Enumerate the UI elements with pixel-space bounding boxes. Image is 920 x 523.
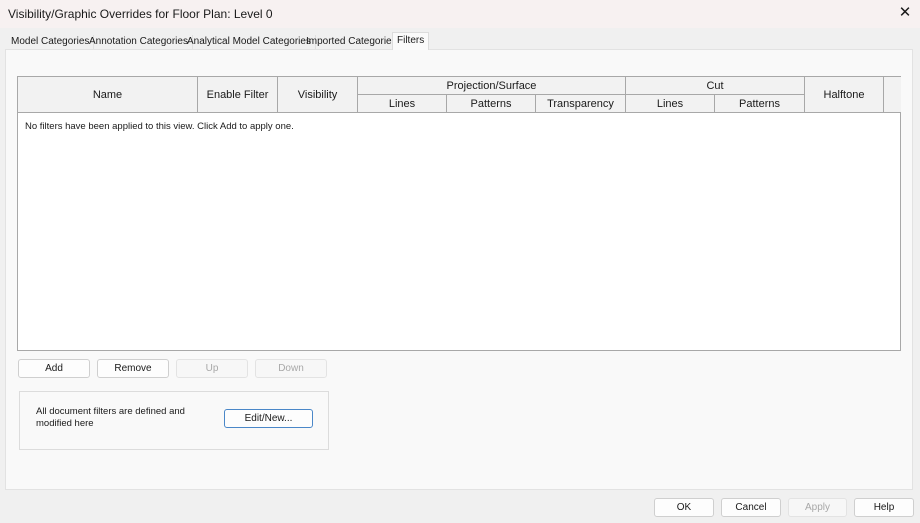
filters-table: Name Enable Filter Visibility Projection…: [17, 76, 901, 351]
edit-new-button[interactable]: Edit/New...: [224, 409, 313, 428]
tab-imported-categories[interactable]: Imported Categories: [302, 35, 402, 49]
header-projection-surface: Projection/Surface: [358, 77, 626, 95]
header-name[interactable]: Name: [18, 77, 198, 113]
cancel-button[interactable]: Cancel: [721, 498, 781, 517]
header-visibility[interactable]: Visibility: [278, 77, 358, 113]
apply-button[interactable]: Apply: [788, 498, 847, 517]
ok-button[interactable]: OK: [654, 498, 714, 517]
tab-analytical-model-categories[interactable]: Analytical Model Categories: [183, 35, 316, 49]
header-cut: Cut: [626, 77, 805, 95]
tab-filters[interactable]: Filters: [392, 32, 430, 50]
add-button[interactable]: Add: [18, 359, 90, 378]
header-proj-lines[interactable]: Lines: [358, 95, 447, 113]
empty-message: No filters have been applied to this vie…: [25, 121, 294, 132]
header-proj-transparency[interactable]: Transparency: [536, 95, 626, 113]
tab-annotation-categories[interactable]: Annotation Categories: [85, 35, 193, 49]
header-halftone[interactable]: Halftone: [805, 77, 884, 113]
header-cut-lines[interactable]: Lines: [626, 95, 715, 113]
close-icon[interactable]: ✕: [894, 3, 916, 23]
header-cut-patterns[interactable]: Patterns: [715, 95, 805, 113]
remove-button[interactable]: Remove: [97, 359, 169, 378]
document-filters-text: All document filters are defined and mod…: [36, 406, 185, 429]
tab-model-categories[interactable]: Model Categories: [7, 35, 95, 49]
help-button[interactable]: Help: [854, 498, 914, 517]
window-title: Visibility/Graphic Overrides for Floor P…: [8, 7, 273, 21]
down-button[interactable]: Down: [255, 359, 327, 378]
header-extra: [884, 77, 901, 113]
up-button[interactable]: Up: [176, 359, 248, 378]
header-proj-patterns[interactable]: Patterns: [447, 95, 536, 113]
header-enable-filter[interactable]: Enable Filter: [198, 77, 278, 113]
